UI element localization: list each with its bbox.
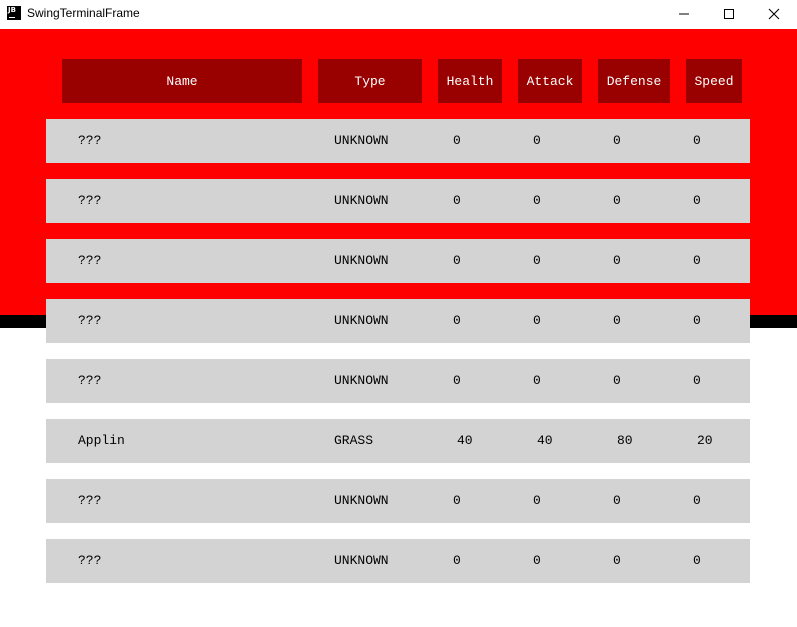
minimize-icon [679,13,689,15]
column-header-speed: Speed [686,59,742,103]
cell-speed: 20 [697,433,713,448]
cell-name: ??? [78,313,102,328]
column-header-attack: Attack [518,59,582,103]
cell-type: UNKNOWN [334,133,389,148]
column-header-health: Health [438,59,502,103]
cell-type: UNKNOWN [334,373,389,388]
cell-health: 40 [457,433,473,448]
cell-defense: 0 [613,493,621,508]
cell-defense: 80 [617,433,633,448]
cell-speed: 0 [693,253,701,268]
cell-attack: 0 [533,313,541,328]
table-row: ??? UNKNOWN 0 0 0 0 [46,179,750,223]
cell-type: GRASS [334,433,374,448]
cell-attack: 0 [533,373,541,388]
cell-attack: 0 [533,193,541,208]
column-header-name: Name [62,59,302,103]
table-row: ??? UNKNOWN 0 0 0 0 [46,239,750,283]
cell-health: 0 [453,493,461,508]
table-row: ??? UNKNOWN 0 0 0 0 [46,479,750,523]
cell-health: 0 [453,313,461,328]
maximize-icon [724,9,734,19]
cell-name: ??? [78,373,102,388]
close-icon [768,8,780,20]
cell-health: 0 [453,253,461,268]
cell-defense: 0 [613,373,621,388]
title-bar: JB SwingTerminalFrame [0,0,797,29]
cell-type: UNKNOWN [334,193,389,208]
cell-name: Applin [78,433,125,448]
cell-speed: 0 [693,133,701,148]
cell-attack: 0 [533,553,541,568]
cell-name: ??? [78,253,102,268]
cell-type: UNKNOWN [334,313,389,328]
cell-health: 0 [453,193,461,208]
cell-attack: 0 [533,133,541,148]
column-header-defense: Defense [598,59,670,103]
table-row: ??? UNKNOWN 0 0 0 0 [46,539,750,583]
cell-defense: 0 [613,313,621,328]
minimize-button[interactable] [661,0,707,29]
cell-defense: 0 [613,253,621,268]
table-row: ??? UNKNOWN 0 0 0 0 [46,359,750,403]
cell-health: 0 [453,373,461,388]
cell-defense: 0 [613,193,621,208]
cell-attack: 0 [533,493,541,508]
table-row: ??? UNKNOWN 0 0 0 0 [46,299,750,343]
table-row: ??? UNKNOWN 0 0 0 0 [46,119,750,163]
cell-defense: 0 [613,133,621,148]
cell-speed: 0 [693,373,701,388]
app-icon: JB [7,6,21,20]
column-header-type: Type [318,59,422,103]
cell-name: ??? [78,133,102,148]
cell-attack: 0 [533,253,541,268]
cell-speed: 0 [693,193,701,208]
cell-name: ??? [78,553,102,568]
cell-name: ??? [78,193,102,208]
maximize-button[interactable] [706,0,752,29]
cell-health: 0 [453,133,461,148]
cell-speed: 0 [693,553,701,568]
cell-type: UNKNOWN [334,253,389,268]
cell-health: 0 [453,553,461,568]
cell-attack: 40 [537,433,553,448]
table-row: Applin GRASS 40 40 80 20 [46,419,750,463]
cell-defense: 0 [613,553,621,568]
close-button[interactable] [751,0,797,29]
cell-type: UNKNOWN [334,553,389,568]
cell-speed: 0 [693,313,701,328]
window-title: SwingTerminalFrame [27,6,140,20]
cell-type: UNKNOWN [334,493,389,508]
cell-name: ??? [78,493,102,508]
cell-speed: 0 [693,493,701,508]
